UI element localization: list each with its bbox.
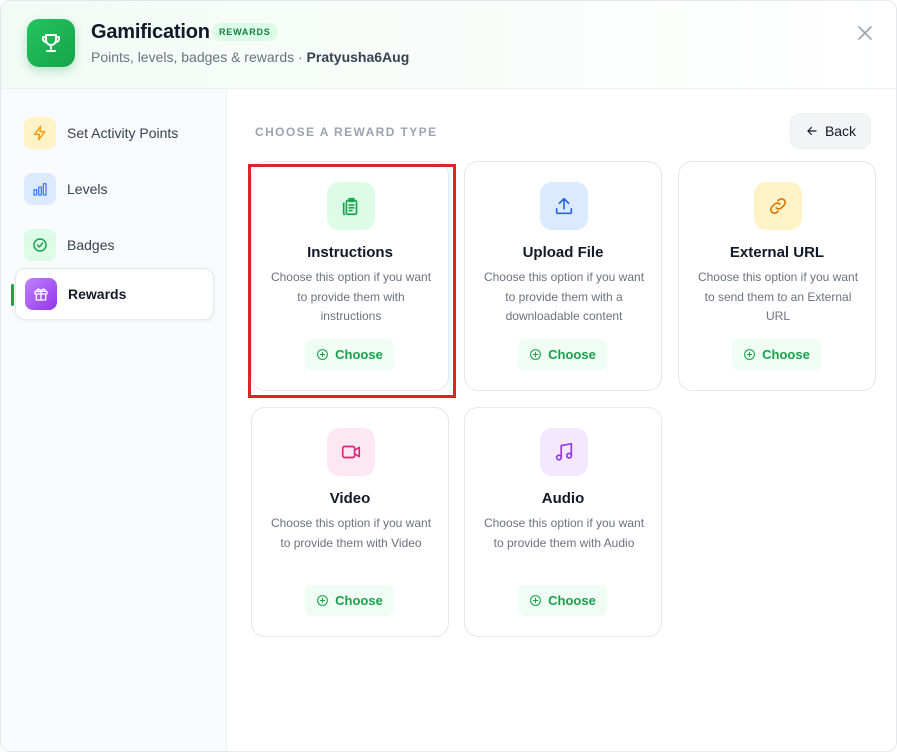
gift-icon	[25, 278, 57, 310]
sidebar-item-activity-points[interactable]: Set Activity Points	[15, 107, 214, 159]
choose-button[interactable]: Choose	[305, 339, 394, 370]
upload-icon	[540, 182, 588, 230]
close-icon	[858, 26, 872, 40]
choose-label: Choose	[548, 347, 596, 362]
reward-card-video: Video Choose this option if you want to …	[251, 407, 449, 637]
reward-card-external-url: External URL Choose this option if you w…	[678, 161, 876, 391]
choose-label: Choose	[762, 347, 810, 362]
reward-card-upload-file: Upload File Choose this option if you wa…	[464, 161, 662, 391]
card-title: Upload File	[522, 244, 604, 261]
sidebar-item-label: Levels	[67, 181, 108, 197]
choose-label: Choose	[335, 593, 383, 608]
reward-card-instructions: Instructions Choose this option if you w…	[251, 161, 449, 391]
username: Pratyusha6Aug	[306, 49, 410, 65]
sidebar-item-label: Rewards	[68, 286, 127, 302]
modal-header: Gamification REWARDS Points, levels, bad…	[1, 1, 896, 89]
clipboard-icon	[327, 182, 375, 230]
card-description: Choose this option if you want to send t…	[697, 270, 859, 323]
section-badge: REWARDS	[212, 23, 278, 41]
choose-button[interactable]: Choose	[518, 585, 607, 616]
sidebar-item-levels[interactable]: Levels	[15, 163, 214, 215]
reward-card-audio: Audio Choose this option if you want to …	[464, 407, 662, 637]
lightning-icon	[24, 117, 56, 149]
card-description: Choose this option if you want to provid…	[270, 270, 432, 323]
card-title: External URL	[729, 244, 825, 261]
sidebar-item-badges[interactable]: Badges	[15, 219, 214, 271]
back-label: Back	[824, 123, 857, 139]
choose-button[interactable]: Choose	[305, 585, 394, 616]
card-title: Video	[329, 490, 371, 507]
subtitle-text: Points, levels, badges & rewards ·	[91, 49, 307, 65]
active-indicator	[11, 284, 14, 306]
back-button[interactable]: Back	[790, 113, 871, 149]
plus-circle-icon	[744, 349, 756, 360]
plus-circle-icon	[530, 349, 542, 360]
plus-circle-icon	[317, 349, 329, 360]
sidebar-item-label: Badges	[67, 237, 115, 253]
choose-label: Choose	[548, 593, 596, 608]
page-subtitle: Points, levels, badges & rewards · Praty…	[91, 49, 409, 65]
sidebar: Set Activity Points Levels Badges Reward…	[1, 89, 227, 751]
sidebar-item-label: Set Activity Points	[67, 125, 179, 141]
check-circle-icon	[24, 229, 56, 261]
choose-button[interactable]: Choose	[518, 339, 607, 370]
plus-circle-icon	[317, 595, 329, 606]
sidebar-item-rewards[interactable]: Rewards	[15, 268, 214, 320]
card-description: Choose this option if you want to provid…	[270, 516, 432, 550]
card-description: Choose this option if you want to provid…	[483, 516, 645, 550]
card-description: Choose this option if you want to provid…	[483, 270, 645, 323]
close-button[interactable]	[853, 21, 877, 45]
link-icon	[754, 182, 802, 230]
plus-circle-icon	[530, 595, 542, 606]
choose-label: Choose	[335, 347, 383, 362]
section-heading: CHOOSE A REWARD TYPE	[255, 125, 438, 139]
card-title: Instructions	[307, 244, 393, 261]
bar-chart-icon	[24, 173, 56, 205]
page-title: Gamification	[91, 21, 210, 43]
trophy-icon	[27, 19, 75, 67]
card-title: Audio	[541, 490, 585, 507]
video-icon	[327, 428, 375, 476]
choose-button[interactable]: Choose	[732, 339, 821, 370]
music-icon	[540, 428, 588, 476]
arrow-left-icon	[807, 126, 817, 136]
gamification-modal: Gamification REWARDS Points, levels, bad…	[0, 0, 897, 752]
